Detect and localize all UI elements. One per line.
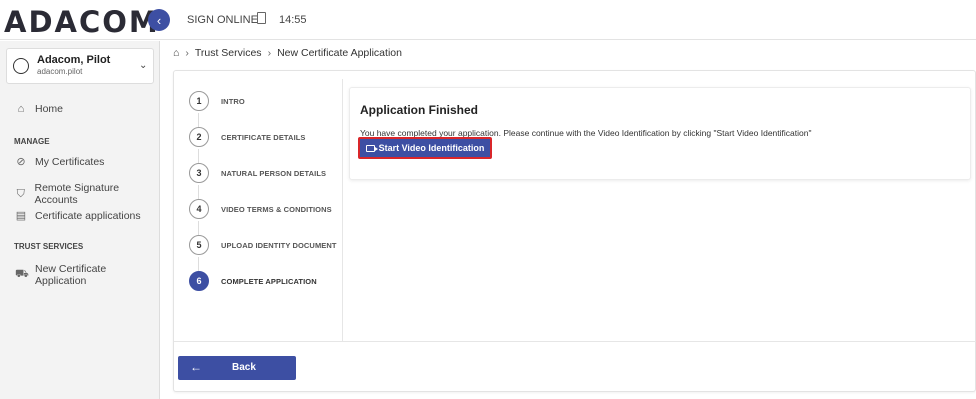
user-avatar-icon — [13, 58, 29, 74]
step-number: 2 — [189, 127, 209, 147]
chevron-down-icon: ⌄ — [139, 60, 148, 71]
arrow-left-icon: ← — [190, 360, 202, 374]
divider — [342, 79, 343, 341]
trust-services-heading: TRUST SERVICES — [14, 242, 84, 251]
step-label: COMPLETE APPLICATION — [221, 276, 317, 286]
step-connector — [198, 149, 199, 163]
step-natural-person-details: 3 NATURAL PERSON DETAILS — [189, 162, 326, 184]
button-label: Start Video Identification — [378, 143, 485, 153]
user-menu[interactable]: Adacom, Pilot adacom.pilot ⌄ — [6, 48, 154, 84]
user-username: adacom.pilot — [37, 67, 83, 76]
home-icon: ⌂ — [17, 103, 25, 115]
step-number: 3 — [189, 163, 209, 183]
document-icon — [257, 12, 266, 24]
step-label: VIDEO TERMS & CONDITIONS — [221, 204, 332, 214]
step-number: 6 — [189, 271, 209, 291]
sidebar: Adacom, Pilot adacom.pilot ⌄ ⌂ Home MANA… — [0, 41, 160, 399]
sidebar-item-label: New Certificate Application — [35, 263, 107, 287]
breadcrumb-new-certificate-application: New Certificate Application — [277, 47, 402, 59]
back-button[interactable]: ← Back — [178, 356, 296, 380]
application-finished-card: Application Finished You have completed … — [349, 87, 971, 180]
step-number: 5 — [189, 235, 209, 255]
document-list-icon: ▤ — [15, 210, 27, 222]
step-number: 1 — [189, 91, 209, 111]
sidebar-item-new-certificate-application[interactable]: ⛟ New Certificate Application — [15, 263, 159, 287]
manage-heading: MANAGE — [14, 137, 50, 146]
step-intro: 1 INTRO — [189, 90, 245, 112]
collapse-sidebar-button[interactable]: ‹ — [148, 9, 170, 31]
step-connector — [198, 185, 199, 199]
step-number: 4 — [189, 199, 209, 219]
step-label: UPLOAD IDENTITY DOCUMENT — [221, 240, 337, 250]
top-bar: ADACOM ‹ SIGN ONLINE 14:55 — [0, 0, 976, 40]
home-icon[interactable]: ⌂ — [173, 47, 179, 59]
app-name: SIGN ONLINE — [187, 14, 258, 26]
sidebar-item-label: Home — [35, 103, 64, 115]
sidebar-item-home[interactable]: ⌂ Home — [15, 103, 63, 115]
chevron-right-icon: › — [267, 47, 272, 59]
chevron-right-icon: › — [185, 47, 189, 59]
sidebar-item-my-certificates[interactable]: ⊘ My Certificates — [15, 155, 105, 169]
check-circle-icon: ⊘ — [16, 156, 26, 168]
user-name: Adacom, Pilot — [37, 54, 111, 66]
divider — [174, 341, 976, 342]
result-title: Application Finished — [360, 103, 479, 117]
breadcrumb-trust-services[interactable]: Trust Services — [195, 47, 262, 59]
step-video-terms: 4 VIDEO TERMS & CONDITIONS — [189, 198, 332, 220]
breadcrumb: ⌂ › Trust Services › New Certificate App… — [173, 47, 402, 59]
button-label: Back — [232, 362, 256, 373]
step-label: NATURAL PERSON DETAILS — [221, 168, 327, 178]
session-clock: 14:55 — [279, 14, 307, 26]
step-label: INTRO — [221, 96, 245, 106]
sidebar-item-certificate-applications[interactable]: ▤ Certificate applications — [15, 209, 141, 223]
step-label: CERTIFICATE DETAILS — [221, 132, 306, 142]
wizard-panel: 1 INTRO 2 CERTIFICATE DETAILS 3 NATURAL … — [173, 70, 976, 392]
step-connector — [198, 113, 199, 127]
adacom-logo: ADACOM — [4, 5, 160, 39]
shield-icon: ⛉ — [16, 187, 25, 200]
step-certificate-details: 2 CERTIFICATE DETAILS — [189, 126, 306, 148]
step-connector — [198, 221, 199, 235]
step-upload-identity-document: 5 UPLOAD IDENTITY DOCUMENT — [189, 234, 337, 256]
sidebar-item-remote-signature-accounts[interactable]: ⛉ Remote Signature Accounts — [15, 182, 159, 206]
sidebar-item-label: Remote Signature Accounts — [34, 182, 120, 206]
sidebar-item-label: My Certificates — [35, 155, 105, 168]
step-connector — [198, 257, 199, 271]
cart-icon: ⛟ — [15, 268, 29, 280]
step-complete-application: 6 COMPLETE APPLICATION — [189, 270, 317, 292]
video-camera-icon — [365, 144, 378, 152]
start-video-identification-button[interactable]: Start Video Identification — [358, 137, 492, 159]
sidebar-item-label: Certificate applications — [35, 209, 141, 222]
